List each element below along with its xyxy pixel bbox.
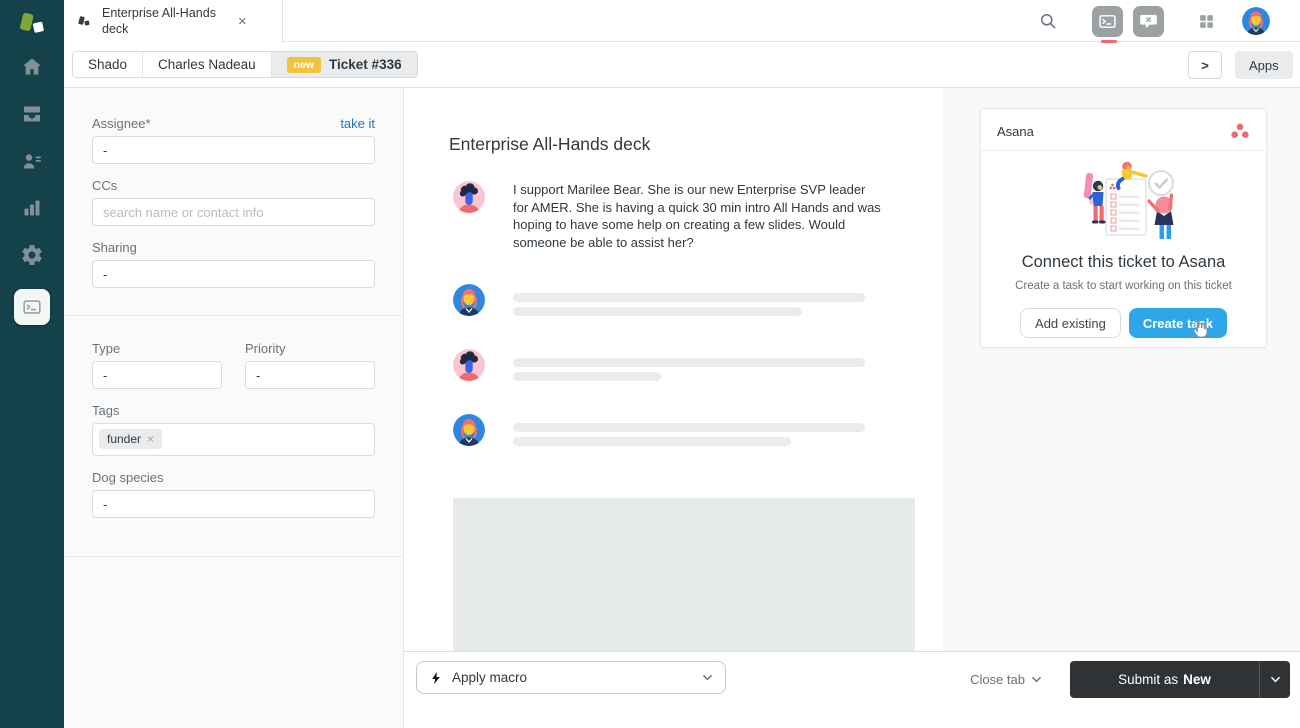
status-badge: new (287, 57, 321, 73)
header-icons (1030, 0, 1290, 42)
take-it-link[interactable]: take it (340, 116, 375, 131)
message-body: I support Marilee Bear. She is our new E… (513, 181, 883, 251)
close-tab-label: Close tab (970, 672, 1025, 687)
avatar-blue (453, 284, 485, 316)
close-tab-control[interactable]: Close tab (970, 672, 1042, 687)
ticket-footer: Apply macro Close tab Submit as New (404, 651, 1300, 728)
skeleton-line (513, 437, 791, 446)
skeleton-line (513, 293, 865, 302)
tag-chip: funder × (99, 429, 162, 449)
zendesk-logo-icon[interactable] (15, 6, 49, 40)
message-body (513, 414, 883, 446)
priority-label: Priority (245, 341, 285, 356)
tab-title: Enterprise All-Hands deck (102, 5, 232, 38)
asana-teamwork-illustration (1061, 159, 1187, 247)
avatar-blue (453, 414, 485, 446)
active-app-indicator (1101, 40, 1117, 43)
tags-label: Tags (92, 403, 119, 418)
message-list: I support Marilee Bear. She is our new E… (449, 181, 943, 446)
ticket-properties-panel: Assignee* take it CCs Sharing Type Prior… (64, 88, 404, 728)
grid-icon[interactable] (1188, 3, 1224, 39)
message-row (449, 414, 943, 446)
create-task-button[interactable]: Create task (1129, 308, 1227, 338)
views-icon[interactable] (12, 94, 52, 134)
skeleton-line (513, 423, 865, 432)
asana-heading: Connect this ticket to Asana (981, 253, 1266, 272)
submit-options-caret[interactable] (1259, 661, 1290, 698)
conversations-app-icon[interactable] (1092, 6, 1123, 37)
asana-app-name: Asana (997, 124, 1034, 139)
tags-field[interactable]: funder × (92, 423, 375, 456)
submit-button[interactable]: Submit as New (1070, 661, 1290, 698)
chevron-down-icon (1270, 674, 1281, 685)
dog-species-field[interactable] (92, 490, 375, 518)
image-placeholder (453, 498, 915, 651)
type-label: Type (92, 341, 120, 356)
message-row (449, 349, 943, 381)
asana-app-card: Asana (980, 108, 1267, 348)
chat-dismiss-icon[interactable] (1133, 6, 1164, 37)
message-body (513, 349, 883, 381)
breadcrumb-ticket[interactable]: new Ticket #336 (271, 52, 417, 77)
sharing-field[interactable] (92, 260, 375, 288)
breadcrumb: Shado Charles Nadeau new Ticket #336 (72, 51, 418, 78)
ticket-subject-title: Enterprise All-Hands deck (449, 134, 943, 155)
message-row (449, 284, 943, 316)
priority-field[interactable] (245, 361, 375, 389)
search-icon[interactable] (1030, 3, 1066, 39)
chevron-down-icon (1031, 674, 1042, 685)
breadcrumb-requester[interactable]: Charles Nadeau (142, 52, 271, 77)
tag-chip-text: funder (107, 432, 141, 446)
close-icon[interactable]: × (238, 14, 247, 29)
submit-status: New (1183, 672, 1211, 687)
panel-divider (64, 556, 403, 557)
submit-button-label[interactable]: Submit as New (1070, 661, 1259, 698)
conversation-pane: Enterprise All-Hands deck I support Mari… (404, 88, 943, 651)
submit-prefix: Submit as (1118, 672, 1178, 687)
skeleton-line (513, 358, 865, 367)
asana-logo-icon (1230, 122, 1250, 140)
type-field[interactable] (92, 361, 222, 389)
app-rail (0, 0, 64, 728)
message-body (513, 284, 883, 316)
panel-divider (64, 315, 403, 316)
assignee-label: Assignee* (92, 116, 151, 131)
apply-macro-label: Apply macro (452, 670, 702, 685)
reporting-icon[interactable] (12, 188, 52, 228)
home-icon[interactable] (12, 47, 52, 87)
lightning-icon (429, 671, 443, 685)
apps-button[interactable]: Apps (1235, 51, 1293, 79)
apps-sidebar: Asana (943, 88, 1300, 651)
skeleton-line (513, 372, 661, 381)
message-row: I support Marilee Bear. She is our new E… (449, 181, 943, 251)
remove-tag-icon[interactable]: × (147, 432, 154, 446)
zendesk-tab-logo-icon (76, 13, 92, 29)
avatar-pink (453, 349, 485, 381)
ccs-label: CCs (92, 178, 117, 193)
assignee-field[interactable] (92, 136, 375, 164)
admin-gear-icon[interactable] (12, 235, 52, 275)
sharing-label: Sharing (92, 240, 137, 255)
avatar-pink (453, 181, 485, 213)
ticket-label: Ticket #336 (329, 57, 402, 72)
asana-subheading: Create a task to start working on this t… (981, 280, 1266, 292)
apps-terminal-icon[interactable] (14, 289, 50, 325)
chevron-down-icon (702, 672, 713, 683)
customers-icon[interactable] (12, 141, 52, 181)
apply-macro-select[interactable]: Apply macro (416, 661, 726, 694)
ccs-field[interactable] (92, 198, 375, 226)
breadcrumb-account[interactable]: Shado (73, 52, 142, 77)
ticket-tab[interactable]: Enterprise All-Hands deck × (64, 0, 283, 42)
collapse-panel-button[interactable]: > (1188, 51, 1222, 79)
user-avatar[interactable] (1242, 7, 1270, 35)
message-text: I support Marilee Bear. She is our new E… (513, 181, 883, 251)
skeleton-line (513, 307, 802, 316)
dog-species-label: Dog species (92, 470, 164, 485)
add-existing-button[interactable]: Add existing (1020, 308, 1121, 338)
